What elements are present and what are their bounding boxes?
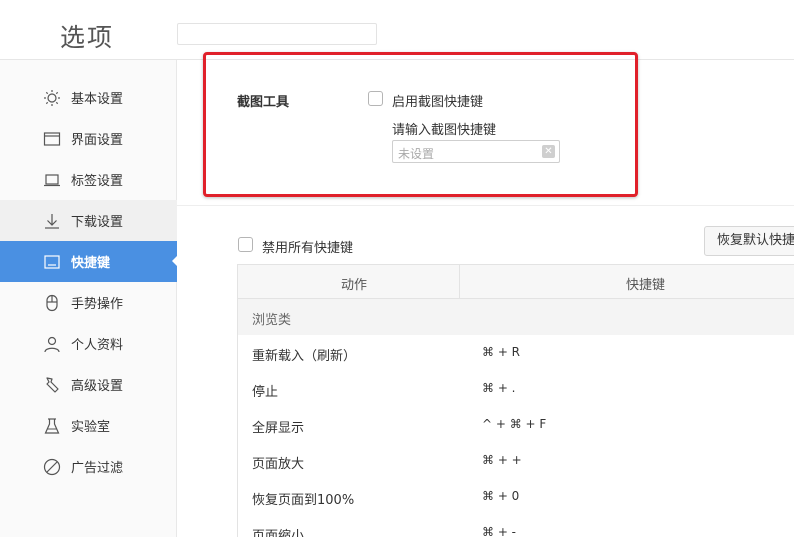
keyboard-icon <box>43 253 61 271</box>
sidebar-item-label: 手势操作 <box>71 297 124 312</box>
sidebar-item-lab[interactable]: 实验室 <box>0 405 177 446</box>
sidebar-item-advanced[interactable]: 高级设置 <box>0 364 177 405</box>
download-icon <box>43 212 61 230</box>
sidebar-item-interface[interactable]: 界面设置 <box>0 118 177 159</box>
shortcut-cell[interactable]: ⌘ + + <box>482 453 522 467</box>
sidebar-item-tabs[interactable]: 标签设置 <box>0 159 177 200</box>
sidebar-item-download[interactable]: 下载设置 <box>0 200 177 241</box>
sidebar-item-label: 界面设置 <box>71 133 124 148</box>
header: 选项 <box>0 0 794 60</box>
sidebar-item-profile[interactable]: 个人资料 <box>0 323 177 364</box>
laptop-icon <box>43 171 61 189</box>
wrench-icon <box>43 376 61 394</box>
page-title: 选项 <box>60 23 115 52</box>
action-cell: 重新载入（刷新） <box>252 349 357 364</box>
sidebar-item-basic[interactable]: 基本设置 <box>0 77 177 118</box>
sidebar-item-adblock[interactable]: 广告过滤 <box>0 446 177 487</box>
search-input[interactable] <box>177 23 377 45</box>
table-row[interactable]: 页面缩小 ⌘ + - <box>238 515 794 537</box>
user-icon <box>43 335 61 353</box>
table-header: 动作 快捷键 <box>238 264 794 300</box>
section-divider <box>177 205 794 206</box>
sidebar-item-label: 实验室 <box>71 420 111 435</box>
sidebar-item-label: 广告过滤 <box>71 461 124 476</box>
table-row[interactable]: 全屏显示 ^ + ⌘ + F <box>238 407 794 443</box>
mouse-icon <box>43 294 61 312</box>
shortcut-cell[interactable]: ⌘ + . <box>482 381 516 395</box>
sidebar: 基本设置 界面设置 标签设置 下载设置 快捷键 手势操作 个人资料 高级设置 实… <box>0 60 178 537</box>
sidebar-item-label: 下载设置 <box>71 215 124 230</box>
sidebar-item-label: 基本设置 <box>71 92 124 107</box>
action-cell: 停止 <box>252 385 279 400</box>
action-cell: 全屏显示 <box>252 421 305 436</box>
shortcut-cell[interactable]: ^ + ⌘ + F <box>482 417 546 431</box>
column-divider <box>459 265 460 300</box>
column-header-shortcut: 快捷键 <box>626 278 666 293</box>
sun-icon <box>43 89 61 107</box>
sidebar-item-label: 快捷键 <box>71 256 111 271</box>
table-row[interactable]: 停止 ⌘ + . <box>238 371 794 407</box>
window-icon <box>43 130 61 148</box>
group-row: 浏览类 <box>238 299 794 335</box>
highlight-box <box>203 52 638 197</box>
sidebar-item-label: 个人资料 <box>71 338 124 353</box>
table-row[interactable]: 页面放大 ⌘ + + <box>238 443 794 479</box>
action-cell: 页面放大 <box>252 457 305 472</box>
shortcut-cell[interactable]: ⌘ + - <box>482 525 516 537</box>
restore-defaults-button[interactable]: 恢复默认快捷键 <box>704 226 794 256</box>
sidebar-item-gestures[interactable]: 手势操作 <box>0 282 177 323</box>
action-cell: 页面缩小 <box>252 529 305 537</box>
sidebar-item-label: 高级设置 <box>71 379 124 394</box>
group-label: 浏览类 <box>252 313 292 328</box>
action-cell: 恢复页面到100% <box>252 493 355 508</box>
column-header-action: 动作 <box>341 278 368 293</box>
sidebar-item-shortcuts[interactable]: 快捷键 <box>0 241 178 282</box>
shortcut-cell[interactable]: ⌘ + 0 <box>482 489 519 503</box>
table-row[interactable]: 重新载入（刷新） ⌘ + R <box>238 335 794 371</box>
flask-icon <box>43 417 61 435</box>
table-row[interactable]: 恢复页面到100% ⌘ + 0 <box>238 479 794 515</box>
shortcut-cell[interactable]: ⌘ + R <box>482 345 520 359</box>
disable-all-shortcuts-checkbox[interactable] <box>238 237 253 252</box>
sidebar-item-label: 标签设置 <box>71 174 124 189</box>
shortcuts-table: 动作 快捷键 浏览类 重新载入（刷新） ⌘ + R 停止 ⌘ + . 全屏显示 … <box>237 264 794 537</box>
disable-all-shortcuts-label[interactable]: 禁用所有快捷键 <box>262 237 353 256</box>
block-icon <box>43 458 61 476</box>
